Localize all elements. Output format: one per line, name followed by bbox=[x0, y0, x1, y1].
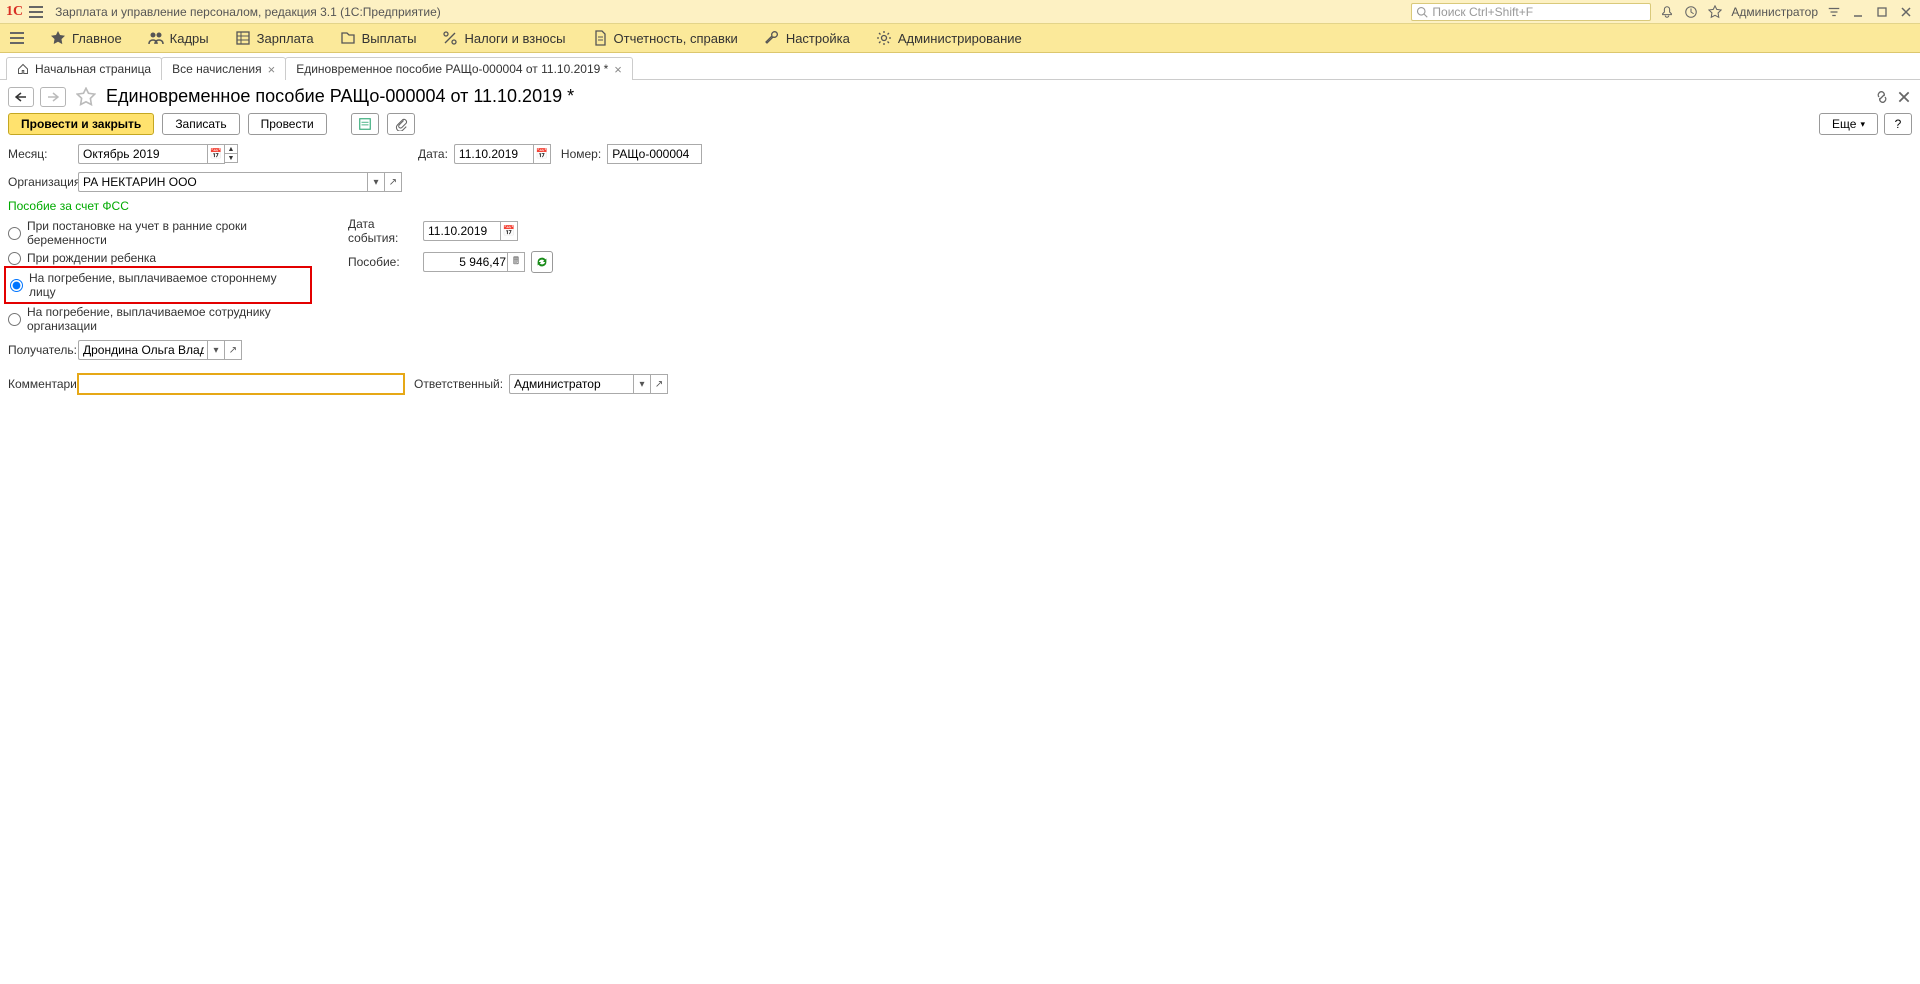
maximize-icon[interactable] bbox=[1874, 4, 1890, 20]
comment-input[interactable] bbox=[78, 374, 404, 394]
close-icon[interactable] bbox=[1898, 4, 1914, 20]
date-input[interactable] bbox=[454, 144, 534, 164]
menu-nastroika[interactable]: Настройка bbox=[752, 26, 862, 50]
dropdown-icon[interactable]: ▾ bbox=[633, 374, 651, 394]
radio-birth[interactable]: При рождении ребенка bbox=[8, 249, 308, 267]
radio-early-pregnancy[interactable]: При постановке на учет в ранние сроки бе… bbox=[8, 217, 308, 249]
favorite-icon[interactable] bbox=[76, 87, 96, 107]
refresh-icon bbox=[535, 255, 549, 269]
more-button[interactable]: Еще ▾ bbox=[1819, 113, 1878, 135]
refresh-button[interactable] bbox=[531, 251, 553, 273]
date-label: Дата: bbox=[418, 147, 448, 161]
month-input[interactable] bbox=[78, 144, 208, 164]
tab-document[interactable]: Единовременное пособие РАЩо-000004 от 11… bbox=[285, 57, 633, 80]
open-icon[interactable]: ↗ bbox=[384, 172, 402, 192]
recipient-label: Получатель: bbox=[8, 343, 78, 357]
menu-otchet[interactable]: Отчетность, справки bbox=[580, 26, 750, 50]
menu-vyplaty[interactable]: Выплаты bbox=[328, 26, 429, 50]
benefit-label: Пособие: bbox=[348, 255, 423, 269]
command-bar: Провести и закрыть Записать Провести Еще… bbox=[0, 109, 1920, 143]
change-form-button[interactable] bbox=[351, 113, 379, 135]
radio-funeral-employee[interactable]: На погребение, выплачиваемое сотруднику … bbox=[8, 303, 308, 335]
menu-admin[interactable]: Администрирование bbox=[864, 26, 1034, 50]
dropdown-icon[interactable]: ▾ bbox=[207, 340, 225, 360]
responsible-input[interactable] bbox=[509, 374, 634, 394]
tab-home[interactable]: Начальная страница bbox=[6, 57, 162, 80]
comment-label: Комментарий: bbox=[8, 377, 78, 391]
post-button[interactable]: Провести bbox=[248, 113, 327, 135]
menu-zarplata[interactable]: Зарплата bbox=[223, 26, 326, 50]
forward-button[interactable] bbox=[40, 87, 66, 107]
save-button[interactable]: Записать bbox=[162, 113, 239, 135]
responsible-label: Ответственный: bbox=[414, 377, 503, 391]
step-down-icon[interactable]: ▼ bbox=[224, 153, 238, 163]
page-title: Единовременное пособие РАЩо-000004 от 11… bbox=[106, 86, 574, 107]
event-date-label: Дата события: bbox=[348, 217, 423, 245]
menu-main[interactable]: Главное bbox=[38, 26, 134, 50]
close-icon[interactable]: × bbox=[268, 63, 276, 76]
star-icon bbox=[50, 30, 66, 46]
tab-all-accruals[interactable]: Все начисления × bbox=[161, 57, 286, 80]
table-icon bbox=[235, 30, 251, 46]
calendar-icon[interactable]: 📅 bbox=[533, 144, 551, 164]
recipient-input[interactable] bbox=[78, 340, 208, 360]
back-button[interactable] bbox=[8, 87, 34, 107]
month-stepper[interactable]: ▲ ▼ bbox=[224, 144, 238, 164]
org-label: Организация: bbox=[8, 175, 78, 189]
star-icon[interactable] bbox=[1707, 4, 1723, 20]
attachments-button[interactable] bbox=[387, 113, 415, 135]
minimize-icon[interactable] bbox=[1850, 4, 1866, 20]
hamburger-icon[interactable] bbox=[29, 3, 47, 21]
help-button[interactable]: ? bbox=[1884, 113, 1912, 135]
radio-funeral-external[interactable]: На погребение, выплачиваемое стороннему … bbox=[10, 269, 306, 301]
calendar-icon[interactable]: 📅 bbox=[207, 144, 225, 164]
document-icon bbox=[592, 30, 608, 46]
user-label[interactable]: Администратор bbox=[1731, 5, 1818, 19]
search-input[interactable]: Поиск Ctrl+Shift+F bbox=[1411, 3, 1651, 21]
dropdown-icon[interactable]: ▾ bbox=[367, 172, 385, 192]
titlebar: 1C Зарплата и управление персоналом, ред… bbox=[0, 0, 1920, 24]
org-input[interactable] bbox=[78, 172, 368, 192]
calendar-icon[interactable]: 📅 bbox=[500, 221, 518, 241]
month-label: Месяц: bbox=[8, 147, 78, 161]
app-title: Зарплата и управление персоналом, редакц… bbox=[55, 5, 441, 19]
tabs-bar: Начальная страница Все начисления × Един… bbox=[0, 53, 1920, 80]
app-logo: 1C bbox=[6, 4, 23, 20]
menubar: Главное Кадры Зарплата Выплаты Налоги и … bbox=[0, 24, 1920, 53]
form-area: Месяц: 📅 ▲ ▼ Дата: 📅 Номер: Организация:… bbox=[0, 143, 1920, 409]
benefit-input[interactable] bbox=[423, 252, 508, 272]
close-icon[interactable]: × bbox=[614, 63, 622, 76]
calculator-icon[interactable]: 🖩 bbox=[507, 252, 525, 272]
sections-menu-icon[interactable] bbox=[10, 29, 28, 47]
history-icon[interactable] bbox=[1683, 4, 1699, 20]
search-icon bbox=[1416, 6, 1428, 18]
wrench-icon bbox=[764, 30, 780, 46]
menu-nalogi[interactable]: Налоги и взносы bbox=[430, 26, 577, 50]
percent-icon bbox=[442, 30, 458, 46]
paperclip-icon bbox=[394, 117, 408, 131]
people-icon bbox=[148, 30, 164, 46]
open-icon[interactable]: ↗ bbox=[224, 340, 242, 360]
number-input[interactable] bbox=[607, 144, 702, 164]
bell-icon[interactable] bbox=[1659, 4, 1675, 20]
gear-icon bbox=[876, 30, 892, 46]
event-date-input[interactable] bbox=[423, 221, 501, 241]
fss-section-title: Пособие за счет ФСС bbox=[8, 199, 1912, 213]
post-and-close-button[interactable]: Провести и закрыть bbox=[8, 113, 154, 135]
list-icon bbox=[358, 117, 372, 131]
folder-icon bbox=[340, 30, 356, 46]
home-icon bbox=[17, 63, 29, 75]
window-options-icon[interactable] bbox=[1826, 4, 1842, 20]
menu-kadry[interactable]: Кадры bbox=[136, 26, 221, 50]
number-label: Номер: bbox=[561, 147, 601, 161]
close-panel-icon[interactable] bbox=[1896, 89, 1912, 105]
highlighted-radio-box: На погребение, выплачиваемое стороннему … bbox=[4, 266, 312, 304]
link-icon[interactable] bbox=[1874, 89, 1890, 105]
open-icon[interactable]: ↗ bbox=[650, 374, 668, 394]
content-toolbar: Единовременное пособие РАЩо-000004 от 11… bbox=[0, 80, 1920, 109]
